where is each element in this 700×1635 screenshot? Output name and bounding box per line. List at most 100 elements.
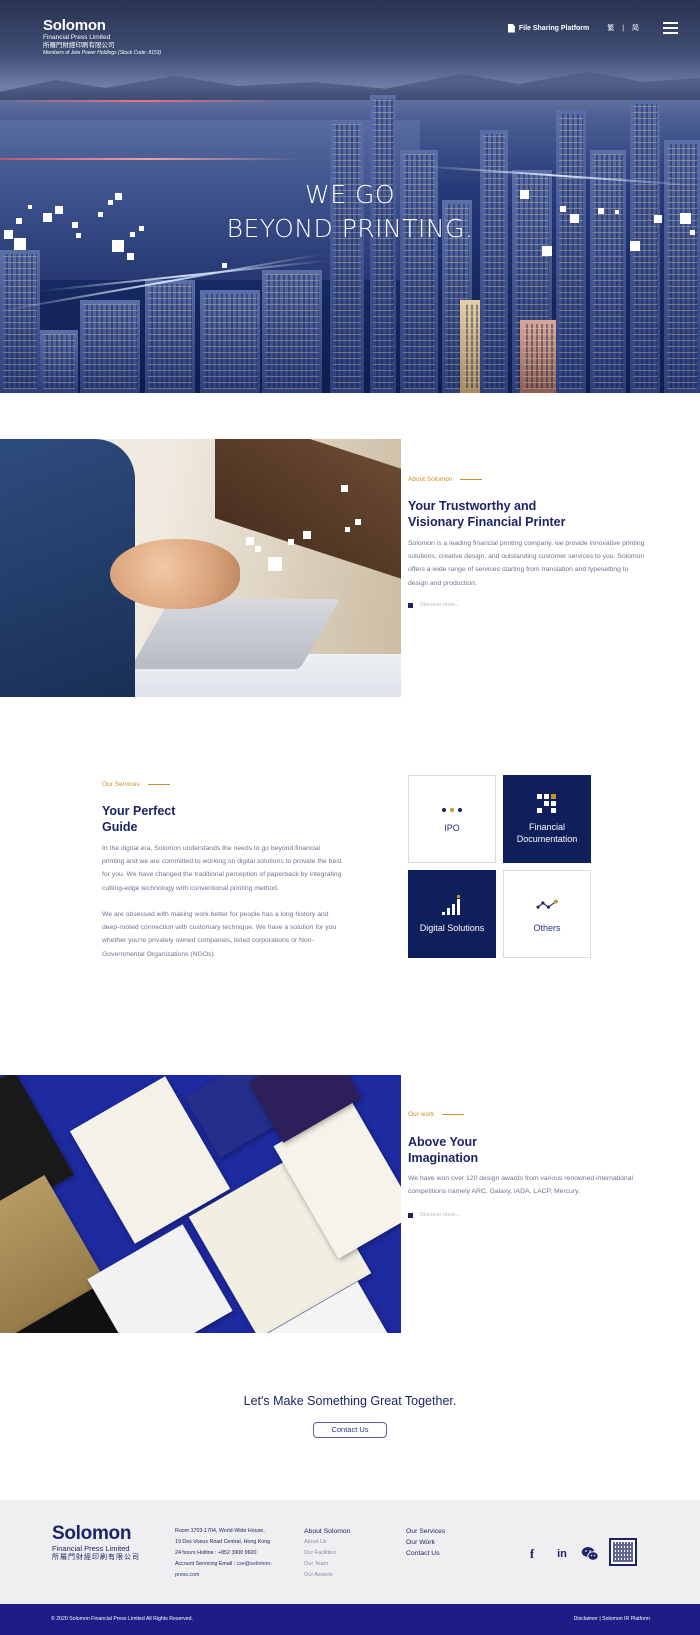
white-square [255, 546, 261, 552]
site-logo[interactable]: Solomon Financial Press Limited 所羅門財經印刷有… [43, 18, 161, 57]
logo-name: Solomon [43, 17, 106, 34]
bar-chart-icon [441, 894, 463, 916]
hamburger-icon[interactable] [663, 22, 678, 34]
white-square [268, 557, 282, 571]
work-label: Our work [408, 1111, 464, 1118]
hero-building [0, 250, 40, 393]
services-paragraph-1: In the digital era, Solomon understands … [102, 845, 342, 892]
tile-label: Digital Solutions [419, 923, 485, 933]
white-square [222, 263, 227, 268]
services-title: Your Perfect Guide [102, 803, 175, 835]
about-title-line2: Visionary Financial Printer [408, 515, 566, 529]
hero-mountains [0, 72, 700, 100]
address-line1: Room 1703-1704, World-Wide House, [175, 1528, 265, 1534]
hero-title: WE GO BEYOND PRINTING. [0, 178, 700, 246]
white-square [345, 527, 350, 532]
cta-title: Let's Make Something Great Together. [243, 1394, 457, 1408]
logo-member: Members of Jete Power Holdings (Stock Co… [43, 50, 162, 56]
email-label: Account Servicing Email : [175, 1561, 237, 1567]
services-title-line1: Your Perfect [102, 804, 176, 818]
work-text: We have won over 120 design awards from … [408, 1175, 634, 1196]
linkedin-icon[interactable]: in [554, 1546, 570, 1562]
footer-about-us[interactable]: About Us [304, 1537, 350, 1548]
footer-address: Room 1703-1704, World-Wide House, 19 Des… [175, 1526, 275, 1581]
disclaimer-link[interactable]: Disclaimer [574, 1616, 598, 1622]
wechat-icon[interactable] [581, 1546, 599, 1562]
hero-building [330, 120, 364, 393]
footer-our-team[interactable]: Our Team [304, 1559, 350, 1570]
service-tile-others[interactable]: Others [503, 870, 591, 958]
light-streak [0, 158, 300, 160]
footer-our-work[interactable]: Our Work [406, 1537, 445, 1548]
work-title-line2: Imagination [408, 1151, 479, 1165]
footer-logo[interactable]: Solomon Financial Press Limited 所羅門財經印刷有… [52, 1524, 140, 1562]
about-text: Solomon is a leading financial printing … [408, 540, 645, 587]
service-tile-financial-documentation[interactable]: Financial Documentation [503, 775, 591, 863]
tile-label: Financial Documentation [517, 821, 578, 845]
about-label: About Solomon [408, 476, 482, 483]
white-square [288, 539, 294, 545]
service-tile-ipo[interactable]: IPO [408, 775, 496, 863]
lang-separator: | [622, 25, 625, 32]
about-discover-more[interactable]: Discover more... [408, 602, 460, 608]
hero-building [200, 290, 260, 393]
qr-code-icon [609, 1538, 637, 1566]
footer-logo-sub: Financial Press Limited [52, 1544, 130, 1553]
handshake [110, 539, 240, 609]
burger-line [663, 32, 678, 34]
burger-line [663, 22, 678, 24]
hero-building [145, 280, 195, 393]
footer-our-services[interactable]: Our Services [406, 1526, 445, 1537]
logo-chinese: 所羅門財經印刷有限公司 [43, 42, 115, 49]
about-title: Your Trustworthy and Visionary Financial… [408, 498, 565, 530]
footer-our-facilities[interactable]: Our Facilities [304, 1548, 350, 1559]
footer-about-head[interactable]: About Solomon [304, 1526, 350, 1537]
white-square [127, 253, 134, 260]
portfolio-image [0, 1075, 401, 1333]
lang-traditional[interactable]: 繁 [607, 25, 614, 32]
ir-platform-link[interactable]: Solomon IR Platform [602, 1616, 650, 1622]
hero-banner: Solomon Financial Press Limited 所羅門財經印刷有… [0, 0, 700, 393]
bottom-bar: © 2020 Solomon Financial Press Limited A… [0, 1604, 700, 1635]
address-line2: 19 Des Voeux Road Central, Hong Kong [175, 1539, 271, 1545]
service-tile-digital-solutions[interactable]: Digital Solutions [408, 870, 496, 958]
light-streak [0, 100, 280, 102]
hero-title-line2: BEYOND PRINTING. [226, 214, 474, 243]
lang-simplified[interactable]: 简 [632, 25, 639, 32]
footer-about-column: About Solomon About Us Our Facilities Ou… [304, 1526, 350, 1581]
work-discover-more[interactable]: Discover more... [408, 1212, 460, 1218]
hotline: 24 hours Hotline : +852 3900 9600 [175, 1550, 257, 1556]
handshake-image [0, 439, 401, 697]
facebook-icon[interactable]: f [527, 1546, 537, 1562]
hero-title-line1: WE GO [304, 180, 395, 209]
tile-label: Others [533, 923, 561, 933]
work-title: Above Your Imagination [408, 1134, 478, 1166]
dots-icon [440, 804, 464, 816]
tile-label-line1: Financial [528, 822, 565, 832]
hero-building [40, 330, 78, 393]
email-row: Account Servicing Email : cse@solomon-pr… [175, 1559, 275, 1581]
about-title-line1: Your Trustworthy and [408, 499, 537, 513]
file-sharing-link[interactable]: File Sharing Platform [507, 23, 590, 33]
tile-label: IPO [444, 823, 460, 833]
hero-building [556, 110, 586, 393]
language-switcher: 繁 | 简 [607, 23, 639, 33]
white-square [303, 531, 311, 539]
white-square [542, 246, 552, 256]
hero-building [262, 270, 322, 393]
hero-building [80, 300, 140, 393]
logo-sub: Financial Press Limited [43, 34, 111, 41]
top-navigation: File Sharing Platform 繁 | 简 [507, 22, 678, 34]
contact-us-button[interactable]: Contact Us [313, 1422, 387, 1438]
qr-pattern [613, 1542, 633, 1562]
footer-our-awards[interactable]: Our Awards [304, 1570, 350, 1581]
footer-logo-chinese: 所羅門財經印刷有限公司 [52, 1554, 140, 1561]
file-sharing-label: File Sharing Platform [518, 24, 590, 32]
footer-links-column: Our Services Our Work Contact Us [406, 1526, 445, 1559]
footer-contact-us[interactable]: Contact Us [406, 1548, 445, 1559]
legal-links: Disclaimer | Solomon IR Platform [574, 1616, 650, 1622]
services-label: Our Services [102, 781, 170, 788]
services-paragraph-2: We are obsessed with making work better … [102, 911, 337, 958]
document-grid-icon [536, 793, 558, 815]
legal-separator: | [599, 1616, 601, 1622]
